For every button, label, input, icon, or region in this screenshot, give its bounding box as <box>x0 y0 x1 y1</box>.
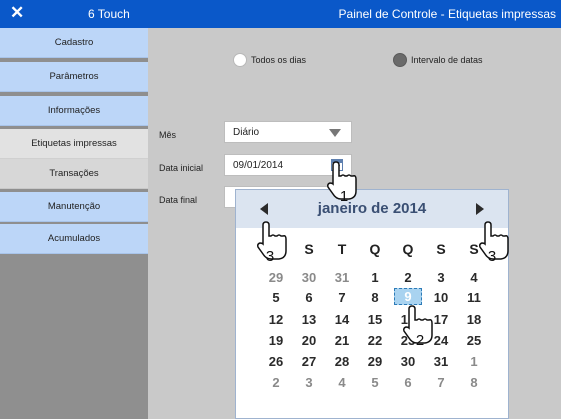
calendar-day[interactable]: 20 <box>295 332 323 349</box>
window-title: Painel de Controle - Etiquetas impressas <box>338 7 556 21</box>
sidebar-item-informacoes[interactable]: Informações <box>0 96 148 126</box>
sidebar-item-transacoes[interactable]: Transações <box>0 159 148 189</box>
calendar-day[interactable]: 8 <box>361 289 389 306</box>
calendar-day[interactable]: 28 <box>328 353 356 370</box>
calendar-day[interactable]: 6 <box>394 374 422 391</box>
calendar-day[interactable]: 5 <box>361 374 389 391</box>
calendar-day-selected[interactable]: 9 <box>394 288 422 305</box>
calendar-day[interactable]: 3 <box>427 269 455 286</box>
calendar-day[interactable]: 11 <box>460 289 488 306</box>
sidebar-item-cadastro[interactable]: Cadastro <box>0 28 148 58</box>
calendar-day[interactable]: 15 <box>361 311 389 328</box>
month-label: Mês <box>159 130 177 140</box>
calendar-day[interactable]: 22 <box>361 332 389 349</box>
hand-pointer-icon: 3 <box>257 221 287 265</box>
calendar-day[interactable]: 2 <box>262 374 290 391</box>
radio-label: Intervalo de datas <box>411 55 483 65</box>
end-date-label: Data final <box>159 195 198 205</box>
next-month-arrow-icon[interactable] <box>476 203 484 215</box>
sidebar-item-acumulados[interactable]: Acumulados <box>0 224 148 254</box>
step-number: 2 <box>416 332 424 349</box>
title-bar: ✕ 6 Touch Painel de Controle - Etiquetas… <box>0 0 561 28</box>
weekday-header: T <box>337 241 347 257</box>
calendar-day[interactable]: 12 <box>262 311 290 328</box>
weekday-header: Q <box>369 241 381 257</box>
calendar-day[interactable]: 31 <box>328 269 356 286</box>
calendar-day[interactable]: 14 <box>328 311 356 328</box>
radio-label: Todos os dias <box>251 55 307 65</box>
app-name: 6 Touch <box>88 7 130 21</box>
step-number: 3 <box>266 248 274 265</box>
calendar-day[interactable]: 18 <box>460 311 488 328</box>
radio-dot-selected[interactable] <box>393 53 407 67</box>
step-number: 3 <box>488 248 496 265</box>
calendar-day[interactable]: 1 <box>361 269 389 286</box>
sidebar-item-manutencao[interactable]: Manutenção <box>0 192 148 222</box>
calendar-day[interactable]: 7 <box>328 289 356 306</box>
sidebar-item-parametros[interactable]: Parâmetros <box>0 62 148 92</box>
calendar-day[interactable]: 10 <box>427 289 455 306</box>
close-icon[interactable]: ✕ <box>10 4 24 22</box>
hand-cursor-icon-step-2: 2 <box>398 305 438 349</box>
calendar-day[interactable]: 30 <box>295 269 323 286</box>
calendar-day[interactable]: 27 <box>295 353 323 370</box>
weekday-header: Q <box>402 241 414 257</box>
chevron-down-icon[interactable] <box>329 129 341 137</box>
calendar-day[interactable]: 26 <box>262 353 290 370</box>
calendar-day[interactable]: 4 <box>460 269 488 286</box>
hand-pointer-icon: 3 <box>479 221 509 265</box>
month-select[interactable]: Diário <box>224 121 352 143</box>
step-number: 1 <box>340 188 348 205</box>
calendar-day[interactable]: 13 <box>295 311 323 328</box>
calendar-day[interactable]: 19 <box>262 332 290 349</box>
calendar-day[interactable]: 29 <box>262 269 290 286</box>
radio-dot[interactable] <box>233 53 247 67</box>
calendar-day[interactable]: 7 <box>427 374 455 391</box>
calendar-day[interactable]: 5 <box>262 289 290 306</box>
weekday-header: S <box>304 241 314 257</box>
calendar-day[interactable]: 30 <box>394 353 422 370</box>
calendar-day[interactable]: 1 <box>460 353 488 370</box>
hand-cursor-icon-step-3-prev: 3 <box>252 221 292 265</box>
calendar-day[interactable]: 8 <box>460 374 488 391</box>
hand-pointer-icon: 2 <box>403 305 433 349</box>
hand-pointer-icon: 1 <box>327 161 357 205</box>
calendar-day[interactable]: 4 <box>328 374 356 391</box>
weekday-header: S <box>436 241 446 257</box>
hand-cursor-icon-step-3-next: 3 <box>474 221 514 265</box>
calendar-day[interactable]: 6 <box>295 289 323 306</box>
sidebar-item-etiquetas-impressas[interactable]: Etiquetas impressas <box>0 129 148 159</box>
calendar-day[interactable]: 31 <box>427 353 455 370</box>
hand-cursor-icon-step-1: 1 <box>322 161 362 205</box>
start-date-value: 09/01/2014 <box>233 160 284 171</box>
start-date-label: Data inicial <box>159 163 204 173</box>
month-value: Diário <box>233 127 260 138</box>
calendar-day[interactable]: 2 <box>394 269 422 286</box>
sidebar: Cadastro Parâmetros Informações Etiqueta… <box>0 28 148 419</box>
calendar-day[interactable]: 25 <box>460 332 488 349</box>
calendar-day[interactable]: 21 <box>328 332 356 349</box>
calendar-day[interactable]: 3 <box>295 374 323 391</box>
calendar-month-title: janeiro de 2014 <box>317 200 427 217</box>
calendar-day[interactable]: 29 <box>361 353 389 370</box>
